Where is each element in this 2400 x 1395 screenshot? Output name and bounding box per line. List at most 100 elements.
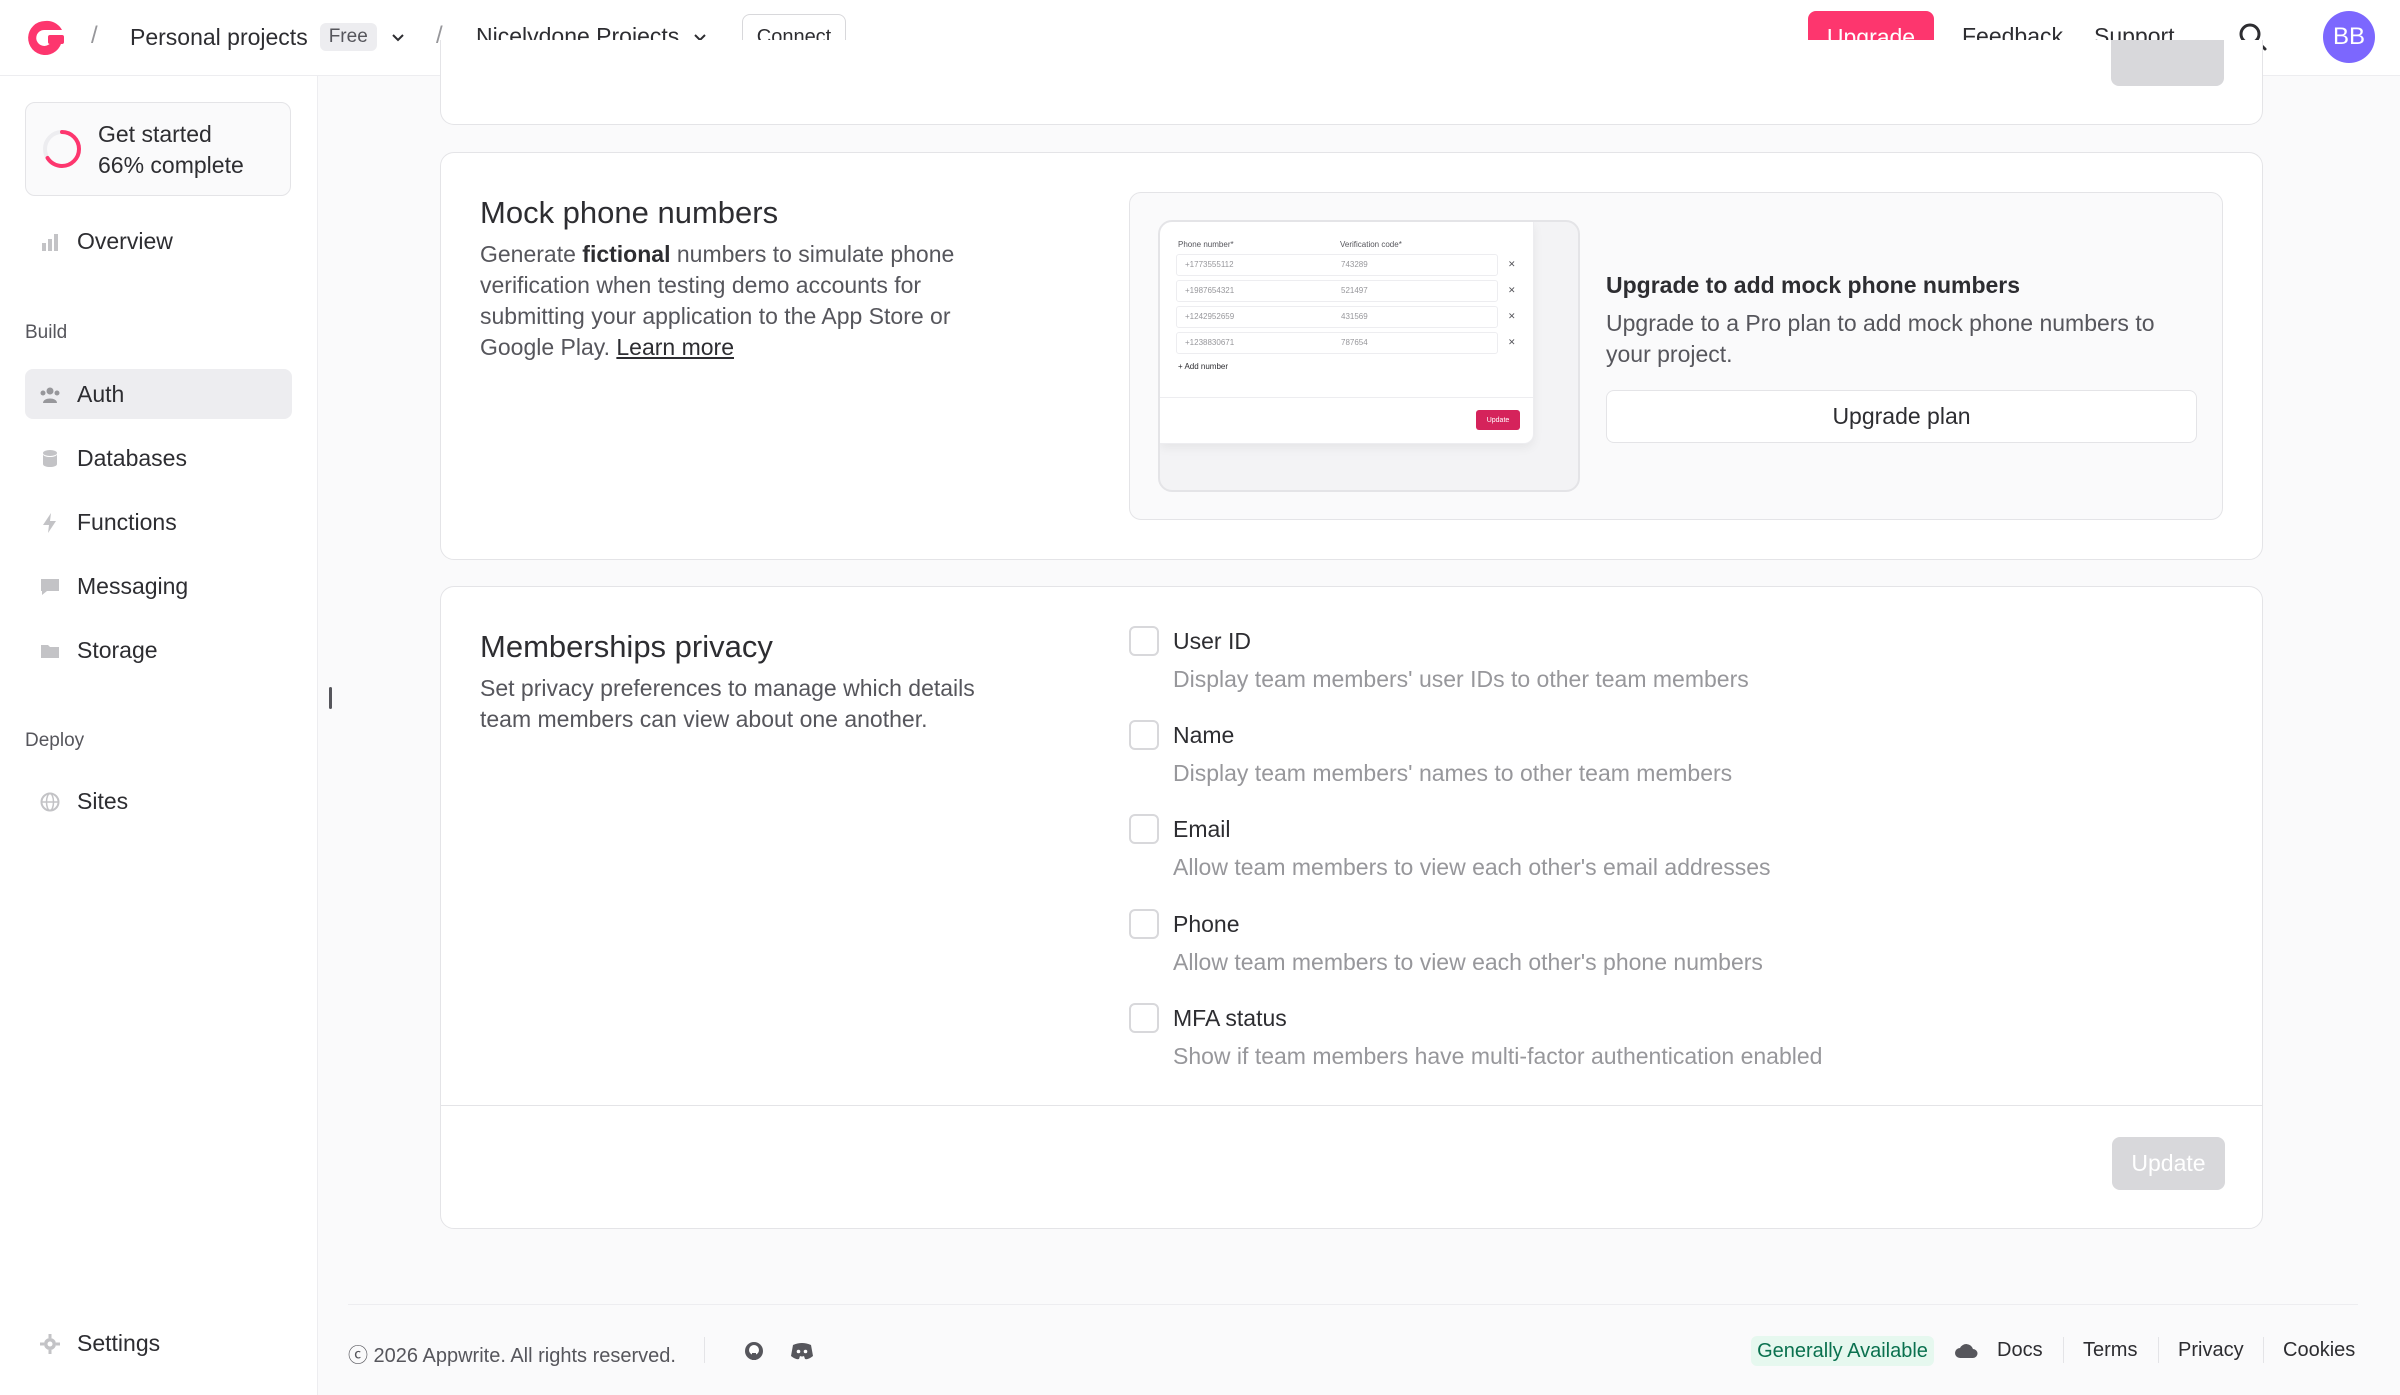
get-started-progress: 66% complete xyxy=(98,152,244,178)
sidebar-item-label: Storage xyxy=(77,637,158,663)
status-badge: Generally Available xyxy=(1751,1336,1934,1366)
sidebar-item-settings[interactable]: Settings xyxy=(25,1318,292,1368)
lightning-icon xyxy=(43,513,56,533)
option-label: User ID xyxy=(1173,628,1251,654)
bar-chart-icon xyxy=(42,234,58,251)
sidebar: Get started 66% complete Overview Build … xyxy=(0,76,318,1395)
sidebar-item-functions[interactable]: Functions xyxy=(25,497,292,547)
preview-phone: +1773555112 xyxy=(1185,260,1234,269)
breadcrumb-org[interactable]: Personal projects Free xyxy=(130,23,407,51)
mfa-status-checkbox[interactable] xyxy=(1129,1003,1159,1033)
mock-phone-title: Mock phone numbers xyxy=(480,195,779,230)
sidebar-item-storage[interactable]: Storage xyxy=(25,625,292,675)
desc-text: Generate xyxy=(480,241,583,267)
preview-row: +1773555112 743289 xyxy=(1176,254,1498,276)
card-footer-divider xyxy=(441,1105,2262,1106)
upgrade-plan-button[interactable]: Upgrade plan xyxy=(1606,390,2197,443)
get-started-card[interactable]: Get started 66% complete xyxy=(25,102,291,196)
preview-code: 743289 xyxy=(1341,260,1368,269)
option-label: MFA status xyxy=(1173,1005,1287,1031)
name-checkbox[interactable] xyxy=(1129,720,1159,750)
users-icon xyxy=(40,387,60,403)
chat-bubble-icon xyxy=(41,579,59,595)
sidebar-item-label: Settings xyxy=(77,1330,161,1356)
mock-phone-description: Generate fictional numbers to simulate p… xyxy=(480,239,1020,363)
preview-divider xyxy=(1160,397,1534,398)
footer-separator xyxy=(2263,1337,2264,1363)
folder-icon xyxy=(41,645,59,658)
progress-ring-icon xyxy=(43,130,81,168)
mock-preview-form: Phone number* Verification code* +177355… xyxy=(1160,222,1534,444)
option-description: Allow team members to view each other's … xyxy=(1173,949,1763,975)
close-icon: ✕ xyxy=(1508,311,1516,321)
sidebar-item-label: Sites xyxy=(77,788,129,814)
preview-row: +1242952659 431569 xyxy=(1176,306,1498,328)
option-description: Display team members' user IDs to other … xyxy=(1173,666,1749,692)
preview-phone: +1987654321 xyxy=(1185,286,1235,295)
previous-update-button[interactable] xyxy=(2111,40,2224,86)
mock-preview-image: Phone number* Verification code* +177355… xyxy=(1158,220,1580,492)
memberships-title: Memberships privacy xyxy=(480,629,773,664)
sidebar-item-databases[interactable]: Databases xyxy=(25,433,292,483)
appwrite-logo-icon[interactable] xyxy=(24,18,66,58)
preview-col-code: Verification code* xyxy=(1340,240,1402,249)
org-name: Personal projects xyxy=(130,23,308,50)
close-icon: ✕ xyxy=(1508,337,1516,347)
previous-settings-card xyxy=(440,40,2263,125)
footer-link-privacy[interactable]: Privacy xyxy=(2178,1339,2244,1362)
discord-icon[interactable] xyxy=(790,1341,814,1361)
sidebar-item-label: Functions xyxy=(77,509,177,535)
footer-link-docs[interactable]: Docs xyxy=(1997,1339,2043,1362)
footer-separator xyxy=(2158,1337,2159,1363)
preview-row: +1987654321 521497 xyxy=(1176,280,1498,302)
database-icon xyxy=(43,450,57,467)
sidebar-section-deploy: Deploy xyxy=(25,730,85,751)
sidebar-item-messaging[interactable]: Messaging xyxy=(25,561,292,611)
chevron-down-icon xyxy=(392,34,404,42)
upgrade-description: Upgrade to a Pro plan to add mock phone … xyxy=(1606,310,2155,367)
option-description: Show if team members have multi-factor a… xyxy=(1173,1043,1823,1069)
sidebar-item-label: Auth xyxy=(77,381,125,407)
email-checkbox[interactable] xyxy=(1129,814,1159,844)
footer-link-terms[interactable]: Terms xyxy=(2083,1339,2137,1362)
globe-icon xyxy=(40,792,60,812)
option-label: Phone xyxy=(1173,911,1240,937)
sidebar-item-label: Databases xyxy=(77,445,187,471)
preview-update-button: Update xyxy=(1476,410,1520,430)
learn-more-link[interactable]: Learn more xyxy=(616,334,734,360)
close-icon: ✕ xyxy=(1508,259,1516,269)
avatar[interactable]: BB xyxy=(2323,11,2375,63)
preview-code: 521497 xyxy=(1341,286,1368,295)
desc-bold: fictional xyxy=(582,241,671,267)
preview-phone: +1242952659 xyxy=(1185,312,1235,321)
option-label: Name xyxy=(1173,722,1235,748)
option-description: Allow team members to view each other's … xyxy=(1173,854,1771,880)
option-label: Email xyxy=(1173,816,1231,842)
get-started-text: Get started 66% complete xyxy=(98,119,244,181)
gear-icon xyxy=(40,1334,60,1354)
sidebar-section-build: Build xyxy=(25,322,68,343)
phone-checkbox[interactable] xyxy=(1129,909,1159,939)
footer-link-cookies[interactable]: Cookies xyxy=(2283,1339,2355,1362)
preview-phone: +1238830671 xyxy=(1185,338,1235,347)
upgrade-panel: Phone number* Verification code* +177355… xyxy=(1129,192,2223,520)
get-started-title: Get started xyxy=(98,121,212,147)
sidebar-item-overview[interactable]: Overview xyxy=(25,216,292,266)
update-button[interactable]: Update xyxy=(2112,1137,2225,1190)
github-icon[interactable] xyxy=(743,1340,765,1362)
sidebar-resize-handle[interactable] xyxy=(329,687,332,709)
footer-separator xyxy=(2063,1337,2064,1363)
preview-row: +1238830671 787654 xyxy=(1176,332,1498,354)
upgrade-title: Upgrade to add mock phone numbers xyxy=(1606,272,2021,298)
option-description: Display team members' names to other tea… xyxy=(1173,760,1733,786)
cloud-icon xyxy=(1955,1344,1978,1358)
sidebar-item-label: Messaging xyxy=(77,573,189,599)
sidebar-item-auth[interactable]: Auth xyxy=(25,369,292,419)
user-id-checkbox[interactable] xyxy=(1129,626,1159,656)
preview-code: 431569 xyxy=(1341,312,1368,321)
footer-separator xyxy=(704,1337,705,1363)
plan-badge: Free xyxy=(319,23,377,51)
footer-divider xyxy=(348,1304,2358,1305)
sidebar-item-sites[interactable]: Sites xyxy=(25,776,292,826)
copyright-text: ⓒ 2026 Appwrite. All rights reserved. xyxy=(348,1345,676,1367)
